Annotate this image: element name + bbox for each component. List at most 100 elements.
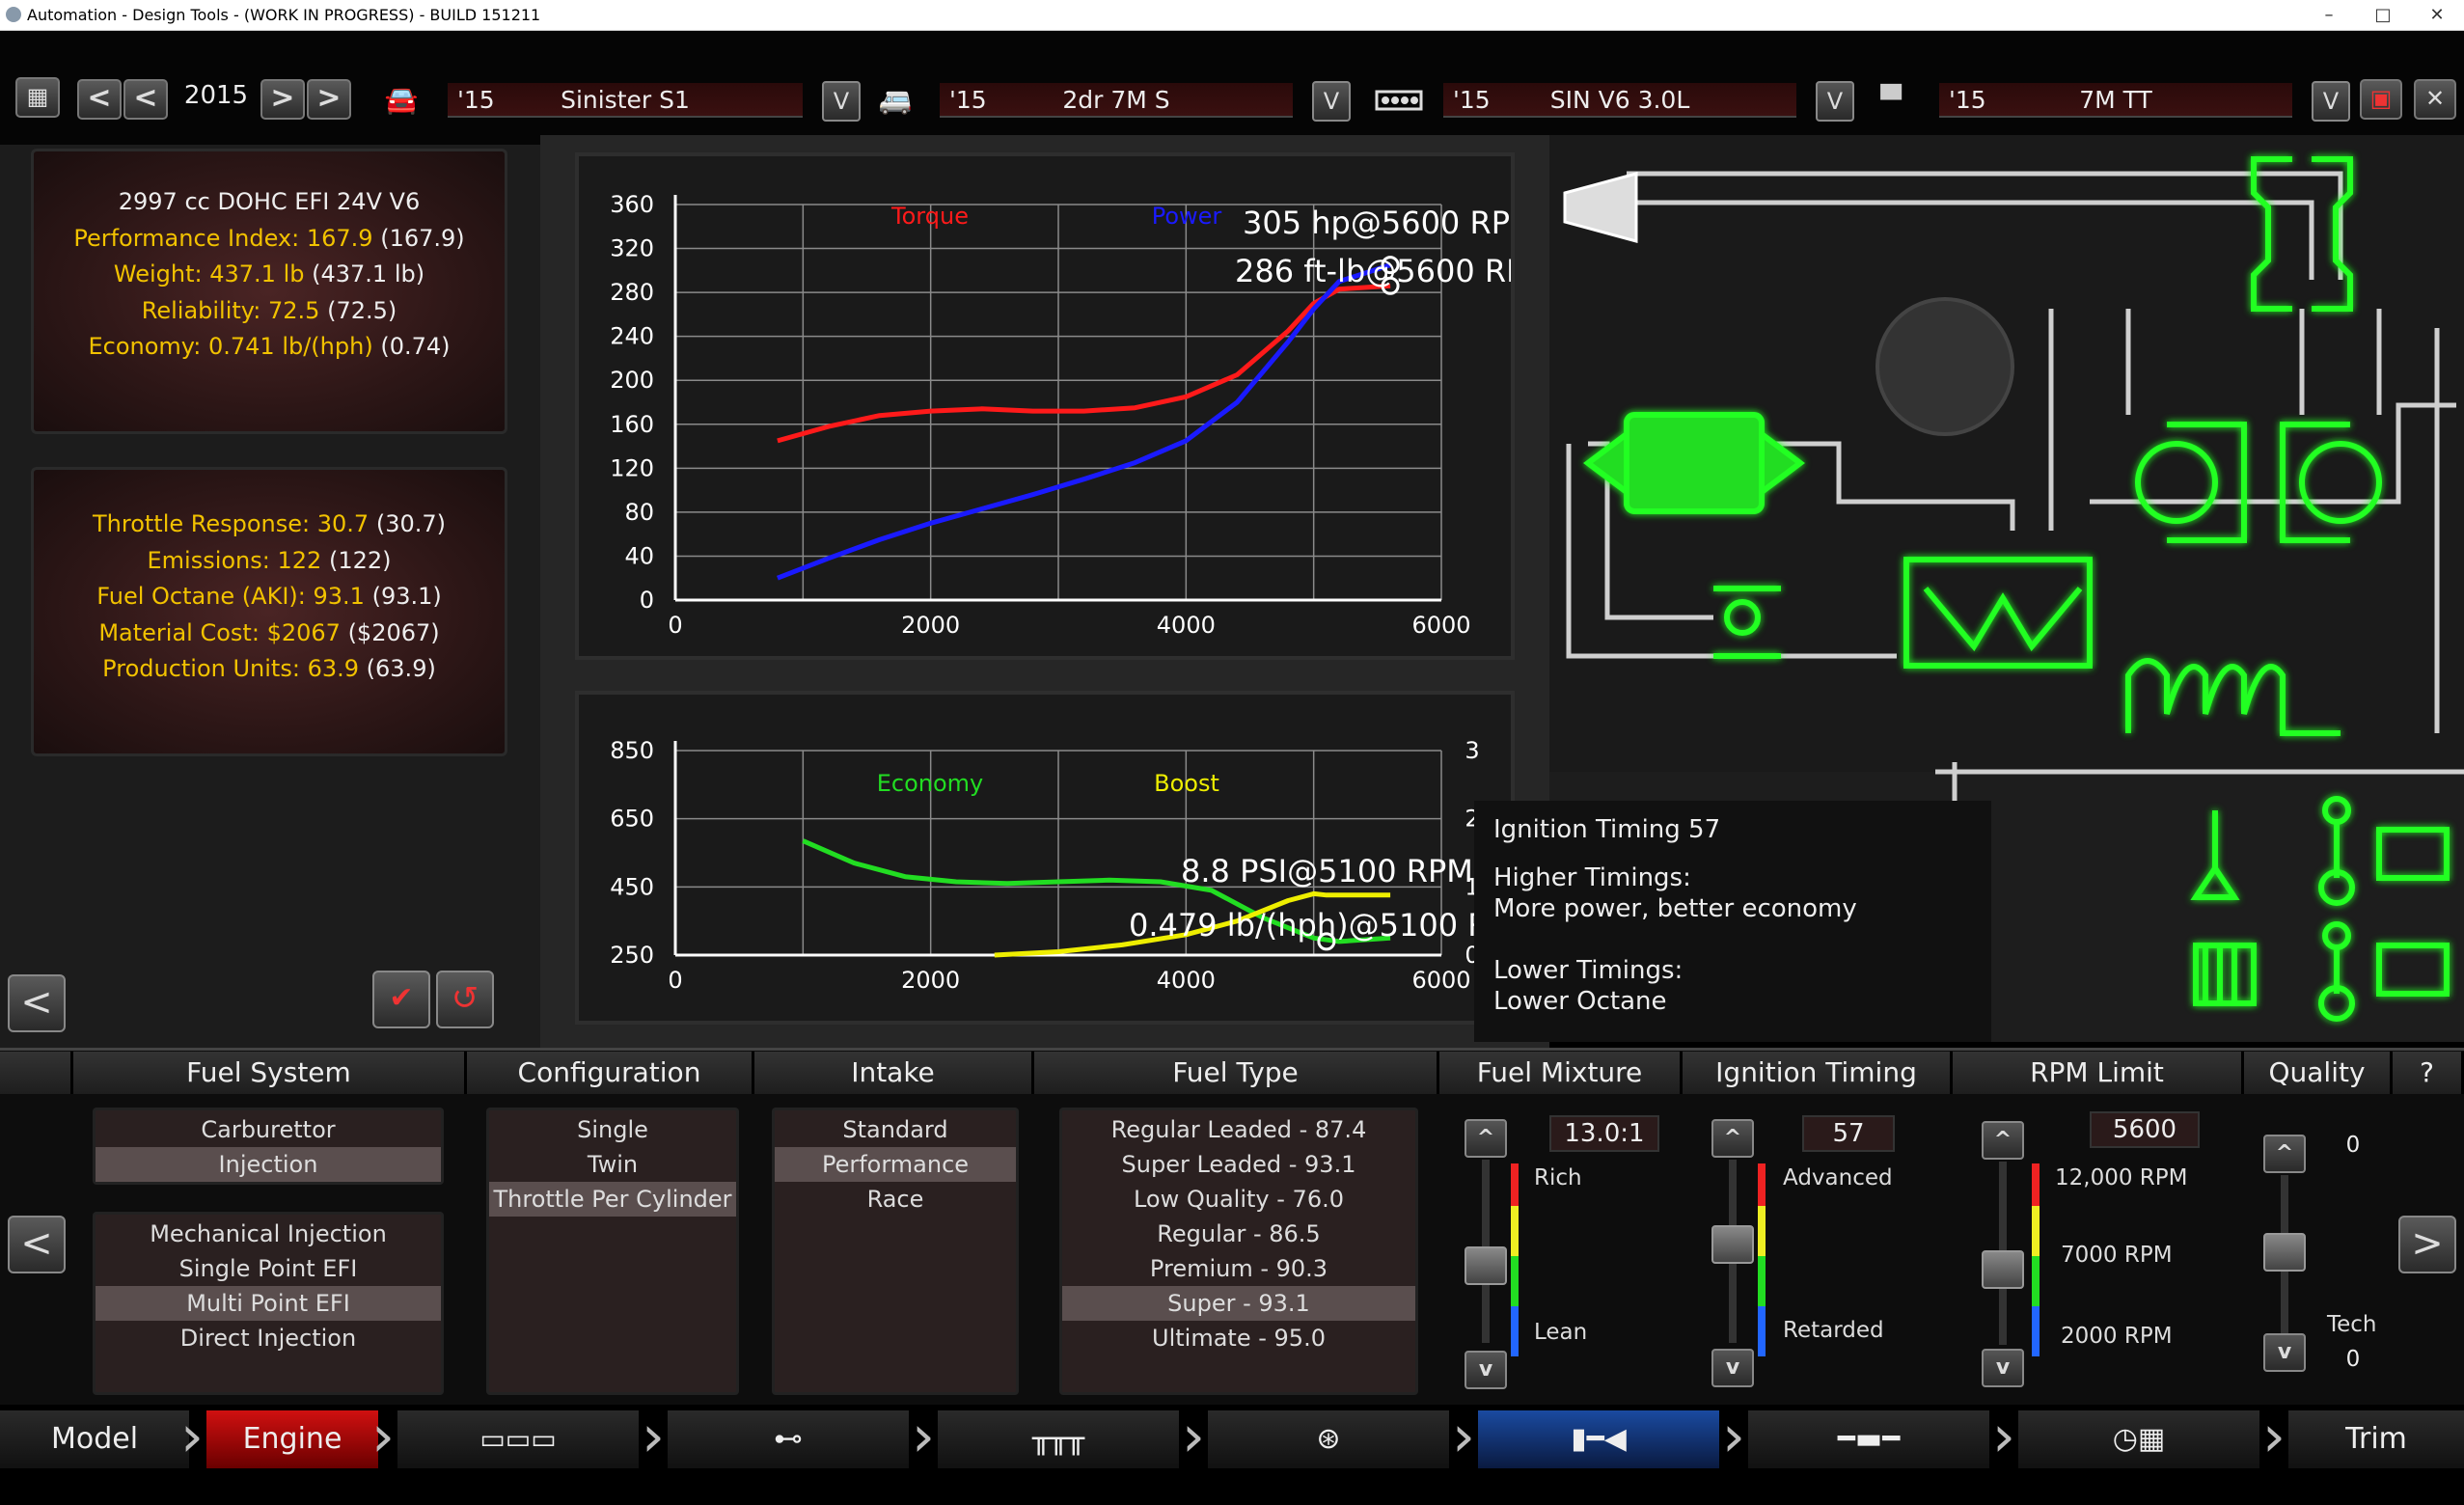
ignition-timing-down-button[interactable]: v bbox=[1711, 1349, 1754, 1387]
chevron-right-icon: › bbox=[180, 1403, 204, 1470]
rpm-limit-min-label: 2000 RPM bbox=[2061, 1324, 2173, 1349]
params-prev-button[interactable]: < bbox=[8, 1216, 66, 1273]
nav-turbo-icon[interactable]: ⊛ bbox=[1208, 1410, 1449, 1468]
list-item-super[interactable]: Super - 93.1 bbox=[1062, 1286, 1415, 1321]
legend-economy: Economy bbox=[877, 770, 984, 797]
nav-engine[interactable]: Engine bbox=[206, 1410, 378, 1468]
valve-icon bbox=[2190, 810, 2240, 900]
save-icon[interactable]: ▣ bbox=[2360, 79, 2402, 120]
rpm-limit-mid-label: 7000 RPM bbox=[2061, 1243, 2173, 1268]
list-item-mechanical-injection[interactable]: Mechanical Injection bbox=[96, 1217, 441, 1251]
ignition-timing-value: 57 bbox=[1802, 1115, 1895, 1152]
quality-slider[interactable] bbox=[2263, 1233, 2306, 1272]
nav-trim[interactable]: Trim bbox=[2288, 1410, 2464, 1468]
list-item-regular-leaded[interactable]: Regular Leaded - 87.4 bbox=[1062, 1112, 1415, 1147]
fuel-mixture-slider[interactable] bbox=[1465, 1246, 1507, 1285]
y-tick-label: 320 bbox=[610, 235, 654, 262]
nav-exhaust-icon[interactable]: ━▬━ bbox=[1748, 1410, 1989, 1468]
chevron-right-icon: › bbox=[1452, 1403, 1475, 1470]
calendar-icon[interactable]: ▦ bbox=[15, 77, 60, 118]
chevron-right-icon: › bbox=[912, 1403, 935, 1470]
tooltip-higher-text: More power, better economy bbox=[1493, 894, 1857, 923]
rpm-limit-down-button[interactable]: v bbox=[1982, 1349, 2024, 1387]
ignition-timing-up-button[interactable]: ^ bbox=[1711, 1119, 1754, 1158]
list-item-standard[interactable]: Standard bbox=[775, 1112, 1016, 1147]
y-tick-label: 250 bbox=[610, 942, 654, 969]
nav-model[interactable]: Model bbox=[0, 1410, 189, 1468]
year-back-fast-button[interactable]: < bbox=[77, 79, 122, 120]
quality-up-button[interactable]: ^ bbox=[2263, 1135, 2306, 1173]
list-item-regular[interactable]: Regular - 86.5 bbox=[1062, 1217, 1415, 1251]
close-window-button[interactable]: ✕ bbox=[2410, 5, 2464, 25]
y-tick-label: 40 bbox=[624, 542, 654, 569]
help-button[interactable]: ? bbox=[2393, 1052, 2464, 1094]
rpm-limit-up-button[interactable]: ^ bbox=[1982, 1121, 2024, 1160]
list-item-premium[interactable]: Premium - 90.3 bbox=[1062, 1251, 1415, 1286]
engine-variant-dropdown-button[interactable]: V bbox=[2312, 81, 2350, 122]
chevron-right-icon: › bbox=[371, 1403, 395, 1470]
car-body-dropdown-button[interactable]: V bbox=[1312, 81, 1351, 122]
legend-torque: Torque bbox=[890, 203, 969, 230]
chevron-right-icon: › bbox=[1182, 1403, 1205, 1470]
list-item-race[interactable]: Race bbox=[775, 1182, 1016, 1217]
year-forward-fast-button[interactable]: > bbox=[307, 79, 351, 120]
checklist-icon[interactable]: ✔ bbox=[372, 971, 430, 1028]
ignition-timing-advanced-label: Advanced bbox=[1783, 1165, 1893, 1190]
list-item-ultimate[interactable]: Ultimate - 95.0 bbox=[1062, 1321, 1415, 1355]
car-body-select[interactable]: '15 2dr 7M S bbox=[940, 83, 1293, 118]
ignition-timing-scale bbox=[1758, 1163, 1766, 1356]
list-item-super-leaded[interactable]: Super Leaded - 93.1 bbox=[1062, 1147, 1415, 1182]
list-item-direct-injection[interactable]: Direct Injection bbox=[96, 1321, 441, 1355]
x-tick-label: 6000 bbox=[1411, 967, 1470, 994]
nav-valvetrain-icon[interactable]: ╥╥╥ bbox=[938, 1410, 1179, 1468]
engine-name: SIN V6 3.0L bbox=[1549, 86, 1690, 114]
fuel-mixture-down-button[interactable]: v bbox=[1465, 1351, 1507, 1389]
quality-down-button[interactable]: v bbox=[2263, 1333, 2306, 1372]
ignition-timing-slider[interactable] bbox=[1711, 1225, 1754, 1264]
list-item-single[interactable]: Single bbox=[489, 1112, 736, 1147]
list-item-twin[interactable]: Twin bbox=[489, 1147, 736, 1182]
rpm-limit-slider[interactable] bbox=[1982, 1250, 2024, 1289]
car-model-select[interactable]: '15 Sinister S1 bbox=[448, 83, 803, 118]
torque-power-chart-svg: 0 40 80 120 160 200 240 280 320 360 0 2000 4000 6000 T… bbox=[610, 191, 1551, 639]
x-tick-label: 2000 bbox=[901, 967, 960, 994]
list-item-injection[interactable]: Injection bbox=[96, 1147, 441, 1182]
year-display: 2015 bbox=[183, 81, 249, 110]
fuel-mixture-up-button[interactable]: ^ bbox=[1465, 1119, 1507, 1158]
list-item-throttle-per-cylinder[interactable]: Throttle Per Cylinder bbox=[489, 1182, 736, 1217]
minimize-button[interactable]: – bbox=[2302, 5, 2356, 25]
sidebar-back-button[interactable]: < bbox=[8, 974, 66, 1032]
params-next-button[interactable]: > bbox=[2398, 1216, 2456, 1273]
nav-engine-block-icon[interactable]: ▭▭▭ bbox=[397, 1410, 639, 1468]
column-header-spacer bbox=[0, 1052, 73, 1094]
tooltip-higher-heading: Higher Timings: bbox=[1493, 863, 1691, 892]
y-tick-label: 80 bbox=[624, 499, 654, 526]
undo-icon[interactable]: ↺ bbox=[436, 971, 494, 1028]
camshaft-icon bbox=[2193, 943, 2257, 1006]
legend-boost: Boost bbox=[1154, 770, 1219, 797]
engine-family-dropdown-button[interactable]: V bbox=[1816, 81, 1854, 122]
torque-power-chart: 0 40 80 120 160 200 240 280 320 360 0 2000 4000 6000 T… bbox=[575, 152, 1551, 660]
year-forward-button[interactable]: > bbox=[260, 79, 305, 120]
engine-variant-select[interactable]: '15 7M TT bbox=[1939, 83, 2292, 118]
engine-family-select[interactable]: '15 SIN V6 3.0L bbox=[1443, 83, 1796, 118]
car-model-dropdown-button[interactable]: V bbox=[822, 81, 861, 122]
maximize-button[interactable]: □ bbox=[2356, 5, 2410, 25]
y-tick-label: 0 bbox=[640, 587, 654, 614]
throttle-response-line: Throttle Response: 30.7 (30.7) bbox=[92, 510, 447, 537]
production-units-line: Production Units: 63.9 (63.9) bbox=[102, 655, 436, 682]
performance-index-line: Performance Index: 167.9 (167.9) bbox=[73, 224, 465, 252]
nav-crankshaft-icon[interactable]: ⊷ bbox=[668, 1410, 909, 1468]
close-icon[interactable]: ✕ bbox=[2414, 79, 2456, 120]
nav-testing-icon[interactable]: ◷▦ bbox=[2018, 1410, 2259, 1468]
year-back-button[interactable]: < bbox=[123, 79, 168, 120]
list-item-carburettor[interactable]: Carburettor bbox=[96, 1112, 441, 1147]
list-item-single-point-efi[interactable]: Single Point EFI bbox=[96, 1251, 441, 1286]
series-line-torque bbox=[777, 283, 1391, 444]
chevron-right-icon: › bbox=[2262, 1403, 2286, 1470]
list-item-low-quality[interactable]: Low Quality - 76.0 bbox=[1062, 1182, 1415, 1217]
nav-fuel-system-icon[interactable]: ▮━◀ bbox=[1478, 1410, 1719, 1468]
economy-line: Economy: 0.741 lb/(hph) (0.74) bbox=[88, 333, 451, 360]
list-item-performance[interactable]: Performance bbox=[775, 1147, 1016, 1182]
list-item-multi-point-efi[interactable]: Multi Point EFI bbox=[96, 1286, 441, 1321]
